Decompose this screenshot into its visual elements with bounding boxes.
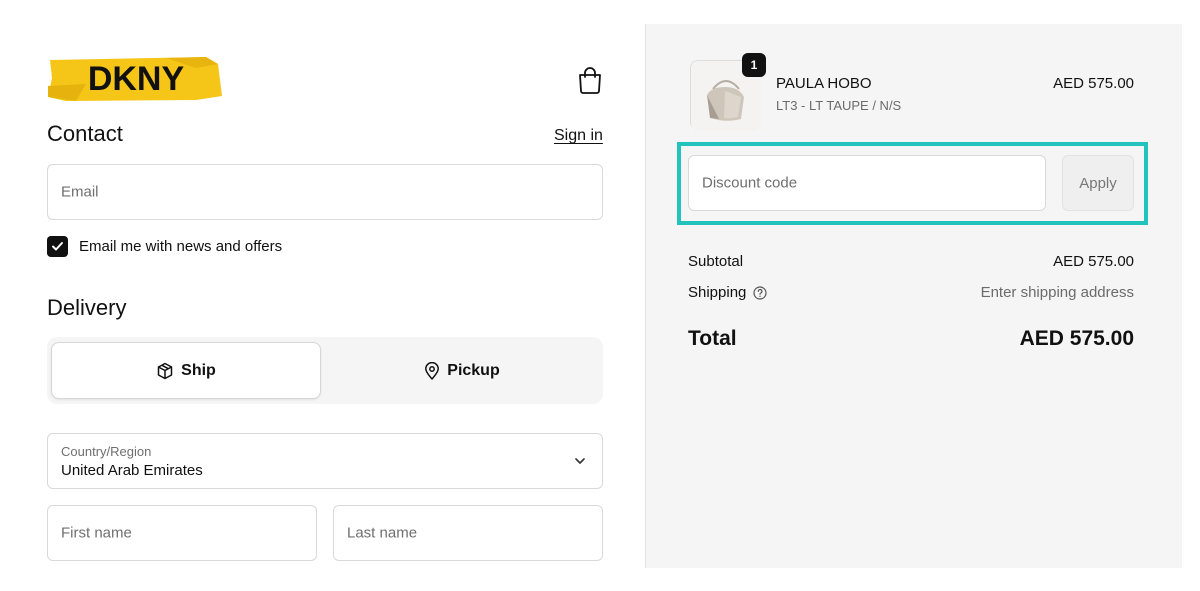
email-placeholder: Email: [61, 183, 99, 201]
shipping-value: Enter shipping address: [980, 284, 1134, 301]
ship-option-button[interactable]: Ship: [51, 342, 321, 399]
discount-code-input[interactable]: Discount code: [688, 155, 1046, 211]
country-select[interactable]: Country/Region United Arab Emirates: [47, 433, 603, 489]
total-label: Total: [688, 327, 737, 350]
logo-text: DKNY: [87, 59, 185, 98]
country-value: United Arab Emirates: [61, 462, 203, 479]
first-name-placeholder: First name: [61, 524, 132, 542]
email-field[interactable]: Email: [47, 164, 603, 220]
pickup-option-label: Pickup: [447, 361, 500, 379]
contact-heading: Contact: [47, 121, 123, 146]
product-variant: LT3 - LT TAUPE / N/S: [776, 98, 902, 113]
delivery-method-toggle: Ship Pickup: [47, 337, 603, 404]
country-label: Country/Region: [61, 444, 152, 459]
checkmark-icon: [52, 242, 63, 251]
map-pin-icon: [425, 361, 440, 380]
checkout-form-column: DKNY Contact Sign in Email Email me with…: [0, 0, 645, 591]
newsletter-label[interactable]: Email me with news and offers: [79, 238, 282, 255]
pickup-option-button[interactable]: Pickup: [325, 342, 599, 399]
subtotal-value: AED 575.00: [1053, 253, 1134, 270]
checkout-page: DKNY Contact Sign in Email Email me with…: [0, 0, 1200, 591]
chevron-down-icon: [575, 458, 585, 464]
shipping-label-row: Shipping: [688, 284, 767, 301]
shopping-bag-icon[interactable]: [577, 66, 603, 94]
product-price: AED 575.00: [1053, 75, 1134, 92]
ship-option-label: Ship: [181, 361, 216, 379]
delivery-heading: Delivery: [47, 295, 127, 320]
total-value: AED 575.00: [1019, 327, 1134, 350]
help-circle-icon[interactable]: [753, 285, 767, 300]
dkny-logo[interactable]: DKNY: [46, 56, 224, 102]
package-icon: [157, 362, 173, 379]
product-name: PAULA HOBO: [776, 75, 872, 92]
apply-discount-button[interactable]: Apply: [1062, 155, 1134, 211]
last-name-field[interactable]: Last name: [333, 505, 603, 561]
first-name-field[interactable]: First name: [47, 505, 317, 561]
quantity-badge: 1: [742, 53, 766, 77]
subtotal-label: Subtotal: [688, 253, 744, 270]
last-name-placeholder: Last name: [347, 524, 418, 542]
discount-placeholder: Discount code: [702, 174, 798, 192]
shipping-label: Shipping: [688, 284, 747, 301]
sign-in-link[interactable]: Sign in: [554, 127, 603, 145]
newsletter-checkbox[interactable]: [47, 236, 68, 257]
